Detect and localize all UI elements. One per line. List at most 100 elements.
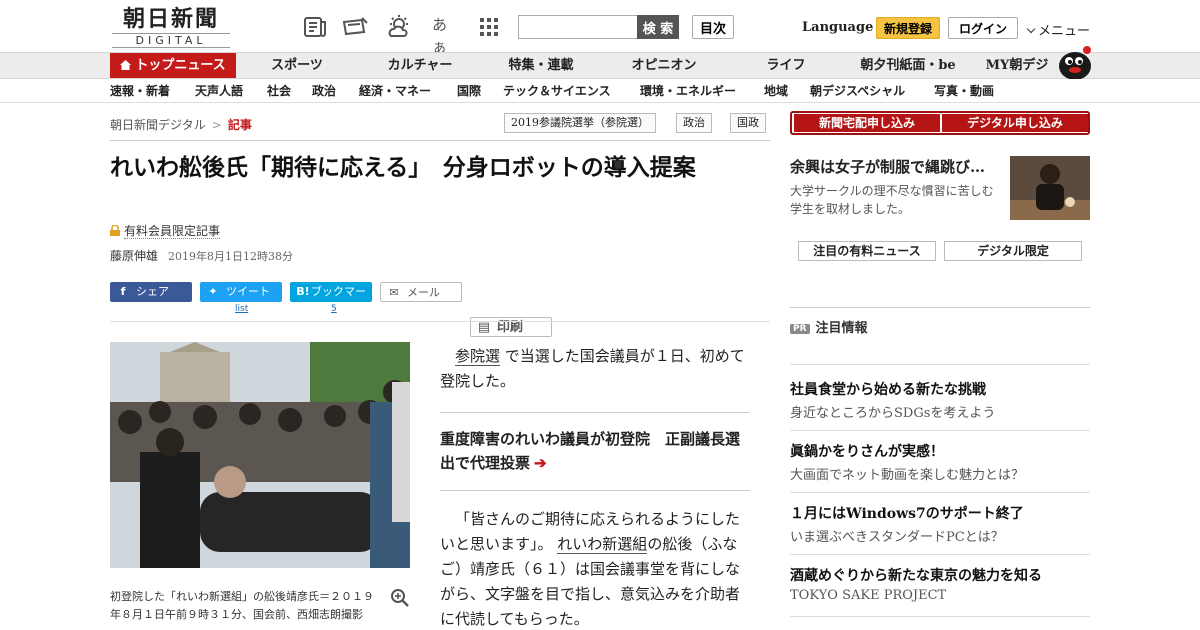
photo-illustration (110, 342, 410, 568)
nav-item-features[interactable]: 特集・連載 (500, 53, 582, 78)
divider (790, 554, 1090, 555)
subnav-item-tenseijingo[interactable]: 天声人語 (195, 82, 243, 99)
twitter-count[interactable]: list (235, 304, 248, 314)
subscribe-digital-button[interactable]: デジタル申し込み (942, 114, 1088, 132)
subnav-item-region[interactable]: 地域 (764, 82, 788, 99)
weather-icon[interactable] (386, 14, 412, 40)
grid-menu-icon[interactable] (476, 14, 502, 40)
hatena-count[interactable]: 5 (331, 304, 337, 314)
pr-item[interactable]: １月にはWindows7のサポート終了 いま選ぶべきスタンダードPCとは？ (790, 503, 1090, 545)
feature-title[interactable]: 余興は女子が制服で縄跳び… (790, 156, 1000, 177)
search-input[interactable] (518, 15, 638, 39)
pr-item-desc: 大画面でネット動画を楽しむ魅力とは？ (790, 468, 1025, 483)
pr-item[interactable]: 社員食堂から始める新たな挑戦 身近なところからSDGsを考えよう (790, 379, 1090, 421)
breadcrumb-separator: > (211, 118, 222, 132)
article-headline: れいわ舩後氏「期待に応える」 分身ロボットの導入提案 (110, 154, 696, 181)
sub-nav: 速報・新着 天声人語 社会 政治 経済・マネー 国際 テック＆サイエンス 環境・… (0, 79, 1200, 103)
twitter-icon: ✦ (208, 285, 218, 298)
article-lead: 参院選 で当選した国会議員が１日、初めて登院した。 (440, 344, 752, 394)
divider (110, 140, 770, 141)
subnav-item-breaking[interactable]: 速報・新着 (110, 82, 170, 99)
subscribe-group: 新聞宅配申し込み デジタル申し込み (790, 111, 1090, 135)
twitter-share-button[interactable]: ✦ ツイート (200, 282, 282, 302)
pr-title: 注目情報 (815, 321, 868, 336)
share-label: シェア (136, 285, 169, 298)
tag-national[interactable]: 国政 (730, 113, 766, 133)
login-button[interactable]: ログイン (948, 17, 1018, 39)
arrow-right-icon: ➔ (534, 454, 547, 472)
subnav-item-tech[interactable]: テック＆サイエンス (503, 82, 611, 99)
nav-item-life[interactable]: ライフ (758, 53, 814, 78)
subscribe-paper-button[interactable]: 新聞宅配申し込み (794, 114, 940, 132)
nav-item-sports[interactable]: スポーツ (262, 53, 332, 78)
chevron-down-icon (1026, 24, 1036, 34)
subnav-item-society[interactable]: 社会 (267, 82, 291, 99)
subnav-item-international[interactable]: 国際 (457, 82, 481, 99)
divider (440, 490, 750, 491)
pr-section-title: PR 注目情報 (790, 317, 868, 336)
divider (790, 364, 1090, 365)
nav-item-opinion[interactable]: オピニオン (624, 53, 704, 78)
subnav-item-politics[interactable]: 政治 (312, 82, 336, 99)
divider (790, 430, 1090, 431)
feature-thumbnail[interactable] (1010, 156, 1090, 220)
pr-item[interactable]: 酒蔵めぐりから新たな東京の魅力を知る TOKYO SAKE PROJECT (790, 565, 1090, 603)
home-icon (120, 60, 132, 70)
hatena-bookmark-button[interactable]: B!ブックマーク (290, 282, 372, 318)
paid-member-label: 有料会員限定記事 (110, 222, 221, 239)
search-button[interactable]: 検 索 (637, 15, 679, 39)
reiwa-link[interactable]: れいわ新選組 (557, 535, 648, 554)
tweet-label: ツイート (226, 285, 270, 298)
subnav-item-photo-video[interactable]: 写真・動画 (934, 82, 994, 99)
breadcrumb: 朝日新聞デジタル > 記事 (110, 116, 252, 133)
lock-icon (110, 225, 120, 236)
subnav-item-special[interactable]: 朝デジスペシャル (810, 82, 905, 99)
language-link[interactable]: Language (802, 20, 873, 35)
nav-item-paper[interactable]: 朝夕刊紙面・be (856, 53, 960, 78)
divider (110, 321, 770, 322)
nav-item-my-asadigi[interactable]: MY朝デジ (982, 53, 1052, 78)
mail-label: メール (407, 286, 440, 299)
menu-label: メニュー (1038, 24, 1091, 39)
pr-item[interactable]: 眞鍋かをりさんが実感！ 大画面でネット動画を楽しむ魅力とは？ (790, 441, 1090, 483)
logo-main-text: 朝日新聞 (122, 6, 219, 32)
pr-item-title: １月にはWindows7のサポート終了 (790, 506, 1024, 522)
pr-item-title: 眞鍋かをりさんが実感！ (790, 444, 944, 460)
tag-politics[interactable]: 政治 (676, 113, 712, 133)
related-article-link[interactable]: 重度障害のれいわ議員が初登院 正副議長選出で代理投票 ➔ (440, 427, 752, 475)
pr-item-title: 酒蔵めぐりから新たな東京の魅力を知る (790, 568, 1042, 584)
mail-icon: ✉ (389, 286, 399, 299)
newspaper-icon[interactable] (302, 14, 328, 40)
thumbnail-illustration (1010, 156, 1090, 220)
mascot-icon (1059, 46, 1091, 80)
article-photo[interactable] (110, 342, 410, 568)
zoom-icon[interactable] (390, 588, 410, 608)
site-logo[interactable]: 朝日新聞 DIGITAL (112, 6, 230, 48)
ticket-icon[interactable] (342, 14, 368, 40)
facebook-share-button[interactable]: f シェア (110, 282, 192, 302)
breadcrumb-home[interactable]: 朝日新聞デジタル (110, 118, 206, 132)
subnav-item-economy[interactable]: 経済・マネー (359, 82, 431, 99)
tag-election[interactable]: 2019参議院選挙（参院選） (504, 113, 656, 133)
nav-item-label: トップニュース (135, 58, 226, 73)
breadcrumb-current: 記事 (227, 118, 252, 132)
font-size-icon[interactable]: あぁ (432, 14, 458, 56)
tab-paid-news[interactable]: 注目の有料ニュース (798, 241, 936, 261)
election-link[interactable]: 参院選 (455, 347, 501, 366)
subnav-item-environment[interactable]: 環境・エネルギー (640, 82, 736, 99)
print-button[interactable]: ▤ 印刷 (470, 317, 552, 337)
paid-label-text[interactable]: 有料会員限定記事 (124, 224, 221, 239)
pr-item-desc: いま選ぶべきスタンダードPCとは？ (790, 530, 1004, 545)
related-article-title: 重度障害のれいわ議員が初登院 正副議長選出で代理投票 (440, 430, 741, 472)
nav-item-culture[interactable]: カルチャー (380, 53, 460, 78)
nav-item-top-news[interactable]: トップニュース (110, 53, 236, 78)
toc-button[interactable]: 目次 (692, 15, 734, 39)
tab-digital-only[interactable]: デジタル限定 (944, 241, 1082, 261)
mail-button[interactable]: ✉ メール (380, 282, 462, 302)
byline: 藤原伸雄 2019年8月1日12時38分 (110, 247, 293, 264)
menu-button[interactable]: メニュー (1026, 20, 1091, 39)
hatena-icon: B! (296, 285, 310, 298)
author: 藤原伸雄 (110, 249, 159, 263)
feature-description: 大学サークルの理不尽な慣習に苦しむ学生を取材しました。 (790, 184, 994, 216)
signup-button[interactable]: 新規登録 (876, 17, 940, 39)
